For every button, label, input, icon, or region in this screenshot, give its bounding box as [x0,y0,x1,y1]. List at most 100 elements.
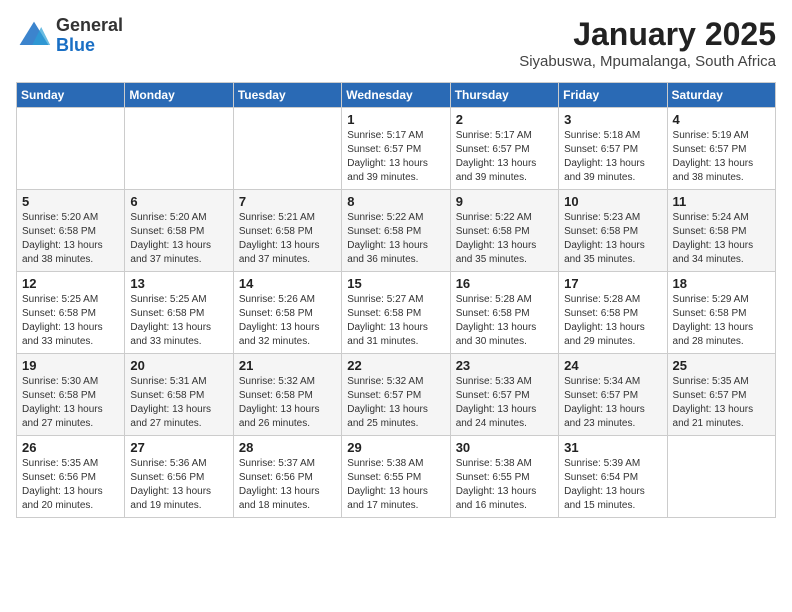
cell-info: Sunrise: 5:22 AMSunset: 6:58 PMDaylight:… [456,211,553,267]
calendar-cell: 17Sunrise: 5:28 AMSunset: 6:58 PMDayligh… [559,272,667,354]
cell-date-number: 7 [239,194,336,209]
day-header-thursday: Thursday [450,83,558,108]
cell-date-number: 18 [673,276,770,291]
calendar-week-row: 26Sunrise: 5:35 AMSunset: 6:56 PMDayligh… [17,436,776,518]
logo-text: General Blue [56,16,123,56]
location-title: Siyabuswa, Mpumalanga, South Africa [519,53,776,70]
cell-info: Sunrise: 5:28 AMSunset: 6:58 PMDaylight:… [456,293,553,349]
logo-general-label: General [56,16,123,36]
calendar-cell [233,108,341,190]
day-header-wednesday: Wednesday [342,83,450,108]
calendar-cell: 24 Sunrise: 5:34 AMSunset: 6:57 PMDayligh… [559,354,667,436]
cell-info: Sunrise: 5:37 AMSunset: 6:56 PMDaylight:… [239,457,336,513]
cell-info: Sunrise: 5:21 AMSunset: 6:58 PMDaylight:… [239,211,336,267]
calendar-cell: 25 Sunrise: 5:35 AMSunset: 6:57 PMDayligh… [667,354,775,436]
calendar-cell: 29 Sunrise: 5:38 AMSunset: 6:55 PMDayligh… [342,436,450,518]
calendar-cell: 11 Sunrise: 5:24 AMSunset: 6:58 PMDayligh… [667,190,775,272]
calendar-cell: 26Sunrise: 5:35 AMSunset: 6:56 PMDayligh… [17,436,125,518]
day-header-tuesday: Tuesday [233,83,341,108]
cell-info: Sunrise: 5:32 AMSunset: 6:58 PMDaylight:… [239,375,336,431]
cell-date-number: 10 [564,194,661,209]
cell-date-number: 25 [673,358,770,373]
cell-info: Sunrise: 5:19 AMSunset: 6:57 PMDaylight:… [673,129,770,185]
calendar-cell: 10 Sunrise: 5:23 AMSunset: 6:58 PMDayligh… [559,190,667,272]
cell-date-number: 22 [347,358,444,373]
cell-info: Sunrise: 5:17 AMSunset: 6:57 PMDaylight:… [347,129,444,185]
calendar-cell: 5 Sunrise: 5:20 AMSunset: 6:58 PMDaylight… [17,190,125,272]
calendar-cell: 31Sunrise: 5:39 AMSunset: 6:54 PMDayligh… [559,436,667,518]
calendar-cell: 19Sunrise: 5:30 AMSunset: 6:58 PMDayligh… [17,354,125,436]
calendar-cell: 13 Sunrise: 5:25 AMSunset: 6:58 PMDayligh… [125,272,233,354]
cell-date-number: 12 [22,276,119,291]
cell-info: Sunrise: 5:33 AMSunset: 6:57 PMDaylight:… [456,375,553,431]
calendar-cell: 9 Sunrise: 5:22 AMSunset: 6:58 PMDaylight… [450,190,558,272]
calendar-cell: 16 Sunrise: 5:28 AMSunset: 6:58 PMDayligh… [450,272,558,354]
calendar-cell: 6 Sunrise: 5:20 AMSunset: 6:58 PMDaylight… [125,190,233,272]
cell-info: Sunrise: 5:26 AMSunset: 6:58 PMDaylight:… [239,293,336,349]
cell-info: Sunrise: 5:39 AMSunset: 6:54 PMDaylight:… [564,457,661,513]
cell-info: Sunrise: 5:34 AMSunset: 6:57 PMDaylight:… [564,375,661,431]
cell-info: Sunrise: 5:22 AMSunset: 6:58 PMDaylight:… [347,211,444,267]
cell-info: Sunrise: 5:25 AMSunset: 6:58 PMDaylight:… [22,293,119,349]
cell-date-number: 24 [564,358,661,373]
cell-date-number: 15 [347,276,444,291]
calendar-cell: 15Sunrise: 5:27 AMSunset: 6:58 PMDayligh… [342,272,450,354]
calendar-week-row: 5 Sunrise: 5:20 AMSunset: 6:58 PMDaylight… [17,190,776,272]
calendar-cell: 18 Sunrise: 5:29 AMSunset: 6:58 PMDayligh… [667,272,775,354]
calendar-cell: 12 Sunrise: 5:25 AMSunset: 6:58 PMDayligh… [17,272,125,354]
calendar-cell: 7 Sunrise: 5:21 AMSunset: 6:58 PMDaylight… [233,190,341,272]
cell-date-number: 16 [456,276,553,291]
cell-info: Sunrise: 5:25 AMSunset: 6:58 PMDaylight:… [130,293,227,349]
cell-date-number: 30 [456,440,553,455]
month-title: January 2025 [519,16,776,53]
calendar-week-row: 12 Sunrise: 5:25 AMSunset: 6:58 PMDayligh… [17,272,776,354]
cell-date-number: 13 [130,276,227,291]
cell-date-number: 29 [347,440,444,455]
cell-date-number: 14 [239,276,336,291]
cell-date-number: 17 [564,276,661,291]
calendar-cell: 23 Sunrise: 5:33 AMSunset: 6:57 PMDayligh… [450,354,558,436]
page-header: General Blue January 2025 Siyabuswa, Mpu… [16,16,776,70]
calendar-week-row: 19Sunrise: 5:30 AMSunset: 6:58 PMDayligh… [17,354,776,436]
day-header-saturday: Saturday [667,83,775,108]
cell-date-number: 1 [347,112,444,127]
cell-date-number: 11 [673,194,770,209]
calendar-week-row: 1 Sunrise: 5:17 AMSunset: 6:57 PMDaylight… [17,108,776,190]
calendar-cell: 28 Sunrise: 5:37 AMSunset: 6:56 PMDayligh… [233,436,341,518]
calendar-cell: 2 Sunrise: 5:17 AMSunset: 6:57 PMDaylight… [450,108,558,190]
day-header-monday: Monday [125,83,233,108]
calendar-cell [125,108,233,190]
day-header-sunday: Sunday [17,83,125,108]
cell-date-number: 23 [456,358,553,373]
logo-icon [16,18,52,54]
cell-info: Sunrise: 5:18 AMSunset: 6:57 PMDaylight:… [564,129,661,185]
calendar-cell: 8Sunrise: 5:22 AMSunset: 6:58 PMDaylight… [342,190,450,272]
calendar-cell [667,436,775,518]
cell-date-number: 19 [22,358,119,373]
cell-date-number: 5 [22,194,119,209]
cell-date-number: 6 [130,194,227,209]
cell-info: Sunrise: 5:36 AMSunset: 6:56 PMDaylight:… [130,457,227,513]
cell-info: Sunrise: 5:24 AMSunset: 6:58 PMDaylight:… [673,211,770,267]
cell-info: Sunrise: 5:29 AMSunset: 6:58 PMDaylight:… [673,293,770,349]
day-header-friday: Friday [559,83,667,108]
calendar-cell: 20Sunrise: 5:31 AMSunset: 6:58 PMDayligh… [125,354,233,436]
cell-info: Sunrise: 5:31 AMSunset: 6:58 PMDaylight:… [130,375,227,431]
title-block: January 2025 Siyabuswa, Mpumalanga, Sout… [519,16,776,70]
cell-date-number: 28 [239,440,336,455]
calendar-cell: 14 Sunrise: 5:26 AMSunset: 6:58 PMDayligh… [233,272,341,354]
cell-info: Sunrise: 5:17 AMSunset: 6:57 PMDaylight:… [456,129,553,185]
cell-info: Sunrise: 5:23 AMSunset: 6:58 PMDaylight:… [564,211,661,267]
calendar-cell: 1 Sunrise: 5:17 AMSunset: 6:57 PMDaylight… [342,108,450,190]
cell-date-number: 27 [130,440,227,455]
cell-info: Sunrise: 5:35 AMSunset: 6:57 PMDaylight:… [673,375,770,431]
cell-date-number: 2 [456,112,553,127]
cell-info: Sunrise: 5:20 AMSunset: 6:58 PMDaylight:… [130,211,227,267]
cell-info: Sunrise: 5:38 AMSunset: 6:55 PMDaylight:… [456,457,553,513]
cell-info: Sunrise: 5:20 AMSunset: 6:58 PMDaylight:… [22,211,119,267]
cell-info: Sunrise: 5:38 AMSunset: 6:55 PMDaylight:… [347,457,444,513]
cell-date-number: 4 [673,112,770,127]
calendar-cell [17,108,125,190]
calendar-cell: 22Sunrise: 5:32 AMSunset: 6:57 PMDayligh… [342,354,450,436]
cell-date-number: 9 [456,194,553,209]
